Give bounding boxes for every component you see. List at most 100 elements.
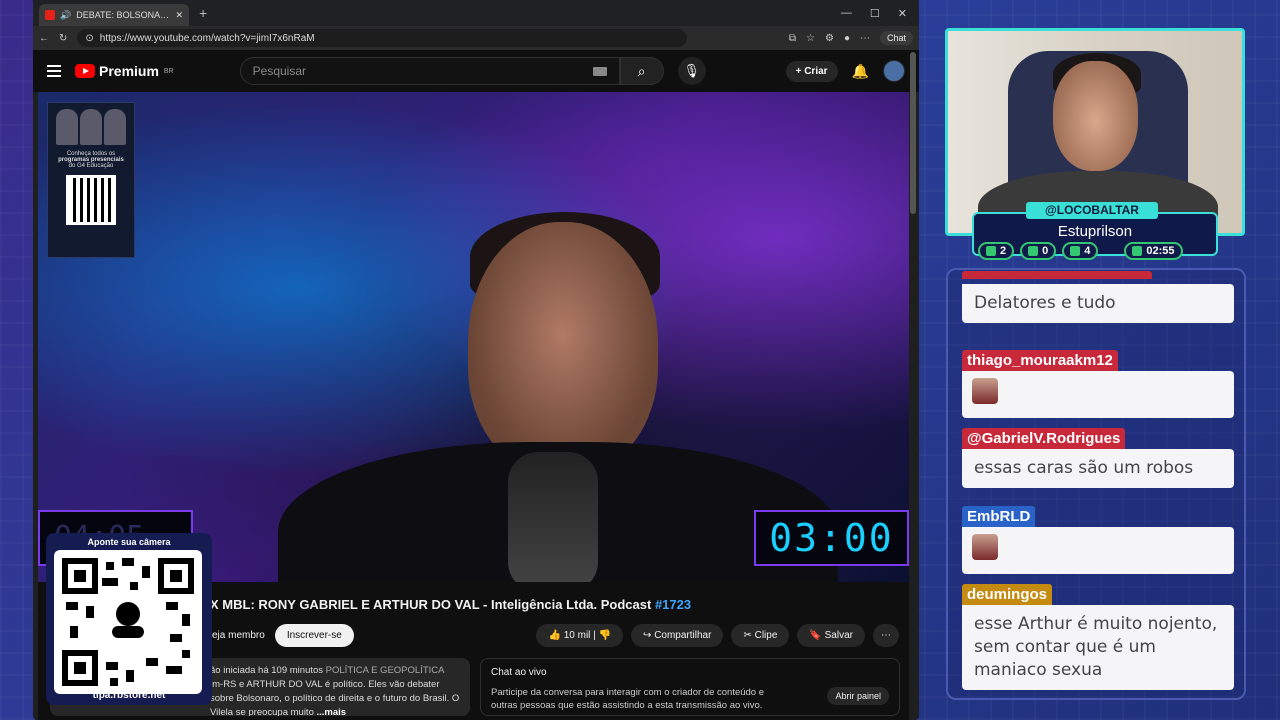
profile-icon[interactable]: ● xyxy=(844,33,850,44)
voice-search-button[interactable]: 🎙 xyxy=(677,57,706,85)
live-chat-title: Chat ao vivo xyxy=(491,667,547,678)
share-button[interactable]: ↪ Compartilhar xyxy=(631,623,724,647)
description-tags: POLÍTICA E GEOPOLÍTICA xyxy=(325,665,445,676)
emote-icon xyxy=(972,378,998,404)
chat-body: esse Arthur é muito nojento, sem contar … xyxy=(962,605,1234,690)
logo-region: BR xyxy=(163,67,174,75)
save-button[interactable]: 🔖 Salvar xyxy=(797,623,865,647)
description-more-link[interactable]: ...mais xyxy=(317,707,347,716)
url-text: https://www.youtube.com/watch?v=jimI7x6n… xyxy=(99,32,315,44)
new-tab-button[interactable]: + xyxy=(199,5,207,21)
clock-icon xyxy=(1132,246,1143,256)
more-icon[interactable]: ⋯ xyxy=(860,33,870,44)
back-icon[interactable]: ← xyxy=(39,33,49,44)
youtube-play-icon xyxy=(75,64,95,78)
chat-message: Delatores e tudo xyxy=(962,270,1234,323)
chat-author: deumingos xyxy=(962,584,1053,605)
keyboard-icon[interactable] xyxy=(592,66,607,76)
video-person xyxy=(468,222,658,472)
sponsor-text-3: do G4 Educação xyxy=(68,163,114,169)
like-count: 10 mil xyxy=(563,629,591,641)
bookmark-icon: 🔖 xyxy=(809,629,825,641)
chat-author: @GabrielV.Rodrigues xyxy=(962,428,1126,449)
save-label: Salvar xyxy=(824,629,853,641)
stat-members-value: 4 xyxy=(1084,245,1091,257)
search-button[interactable]: ⌕ xyxy=(619,57,664,85)
speaker-icon: 🔊 xyxy=(60,9,72,20)
chat-body: Delatores e tudo xyxy=(962,284,1234,323)
live-chat-text: Participe da conversa para interagir com… xyxy=(491,687,765,711)
video-player[interactable]: Conheça todos os programas presenciais d… xyxy=(38,92,909,582)
stat-video-value: 0 xyxy=(1042,245,1049,257)
window-controls: — ☐ ✕ xyxy=(841,7,919,20)
video-title-text: X MBL: RONY GABRIEL E ARTHUR DO VAL - In… xyxy=(210,597,655,612)
header-actions: + Criar 🔔 xyxy=(785,60,905,82)
timer-right: 03:00 xyxy=(754,510,909,566)
open-panel-button[interactable]: Abrir painel xyxy=(827,687,889,705)
sponsor-card: Conheça todos os programas presenciais d… xyxy=(47,102,135,258)
video-actions: eja membro Inscrever-se 👍 10 mil | 👎 ↪ C… xyxy=(210,622,899,648)
search-placeholder: Pesquisar xyxy=(252,64,307,78)
sponsor-faces xyxy=(54,109,128,145)
chat-author: thiago_mouraakm12 xyxy=(962,350,1118,371)
menu-icon[interactable] xyxy=(47,65,61,77)
toolbar-right: ⧉ ☆ ⚙ ● ⋯ Chat xyxy=(789,31,913,45)
description-meta: ão iniciada há 109 minutos xyxy=(210,665,324,676)
account-avatar[interactable] xyxy=(883,60,905,82)
chat-message: @GabrielV.Rodrigues essas caras são um r… xyxy=(962,428,1234,488)
close-window-icon[interactable]: ✕ xyxy=(898,7,907,20)
create-button[interactable]: + Criar xyxy=(785,60,838,82)
qr-title: Aponte sua câmera xyxy=(87,537,171,547)
stream-stats: 2 0 4 02:55 xyxy=(978,242,1183,260)
chat-overlay: Delatores e tudo thiago_mouraakm12 @Gabr… xyxy=(946,268,1246,700)
video-icon xyxy=(1028,246,1039,256)
like-button[interactable]: 👍 10 mil | 👎 xyxy=(536,623,624,647)
mic-icon: 🎙 xyxy=(683,63,700,78)
youtube-logo[interactable]: Premium BR xyxy=(75,63,174,79)
maximize-icon[interactable]: ☐ xyxy=(870,7,880,20)
chat-icon xyxy=(986,246,996,256)
streamer-face xyxy=(1053,61,1138,171)
youtube-header: Premium BR Pesquisar ⌕ 🎙 + Criar 🔔 xyxy=(33,50,919,92)
create-label: Criar xyxy=(804,65,828,77)
stat-time: 02:55 xyxy=(1124,242,1183,260)
minimize-icon[interactable]: — xyxy=(841,7,852,20)
streamer-handle: @LOCOBALTAR xyxy=(1026,202,1158,219)
copilot-chat-button[interactable]: Chat xyxy=(879,31,913,45)
notifications-bell-icon[interactable]: 🔔 xyxy=(852,63,869,80)
translate-icon[interactable]: ⧉ xyxy=(789,33,796,44)
url-field[interactable]: ⊙ https://www.youtube.com/watch?v=jimI7x… xyxy=(77,29,688,47)
page-scrollbar[interactable] xyxy=(910,52,916,214)
streamer-name: Estuprilson xyxy=(1057,223,1133,240)
qr-overlay: Aponte sua câmera tipa.rbstore.net xyxy=(46,533,212,705)
chat-author xyxy=(962,271,1152,279)
address-bar-row: ← ↻ ⊙ https://www.youtube.com/watch?v=ji… xyxy=(33,26,919,50)
qr-code xyxy=(54,550,202,694)
members-icon xyxy=(1070,246,1081,256)
star-icon[interactable]: ☆ xyxy=(806,33,815,44)
close-tab-icon[interactable]: ✕ xyxy=(175,10,183,21)
qr-code-graphic xyxy=(62,558,194,686)
chat-message: EmbRLD xyxy=(962,506,1234,574)
scissors-icon: ✂ xyxy=(743,629,755,641)
join-button[interactable]: eja membro xyxy=(210,624,267,647)
stat-members: 4 xyxy=(1062,242,1099,260)
search-input[interactable]: Pesquisar xyxy=(239,57,620,85)
stat-video: 0 xyxy=(1020,242,1057,260)
stat-time-value: 02:55 xyxy=(1146,245,1175,257)
description-line-2: im-RS e ARTHUR DO VAL é político. Eles v… xyxy=(210,679,440,690)
chat-message: thiago_mouraakm12 xyxy=(962,350,1234,418)
search-icon: ⌕ xyxy=(637,62,646,79)
site-info-icon[interactable]: ⊙ xyxy=(85,33,93,44)
stat-chat: 2 xyxy=(978,242,1015,260)
dislike-icon[interactable]: 👎 xyxy=(599,630,611,641)
subscribe-button[interactable]: Inscrever-se xyxy=(274,623,354,647)
extensions-icon[interactable]: ⚙ xyxy=(825,33,834,44)
video-hashtag[interactable]: #1723 xyxy=(655,597,691,612)
more-actions-button[interactable]: ⋯ xyxy=(873,623,899,647)
share-icon: ↪ xyxy=(643,629,655,641)
browser-tab[interactable]: 🔊 DEBATE: BOLSONARISTA X M ✕ xyxy=(39,4,189,26)
chat-message: deumingos esse Arthur é muito nojento, s… xyxy=(962,584,1234,690)
reload-icon[interactable]: ↻ xyxy=(59,33,67,44)
clip-button[interactable]: ✂ Clipe xyxy=(731,623,790,647)
